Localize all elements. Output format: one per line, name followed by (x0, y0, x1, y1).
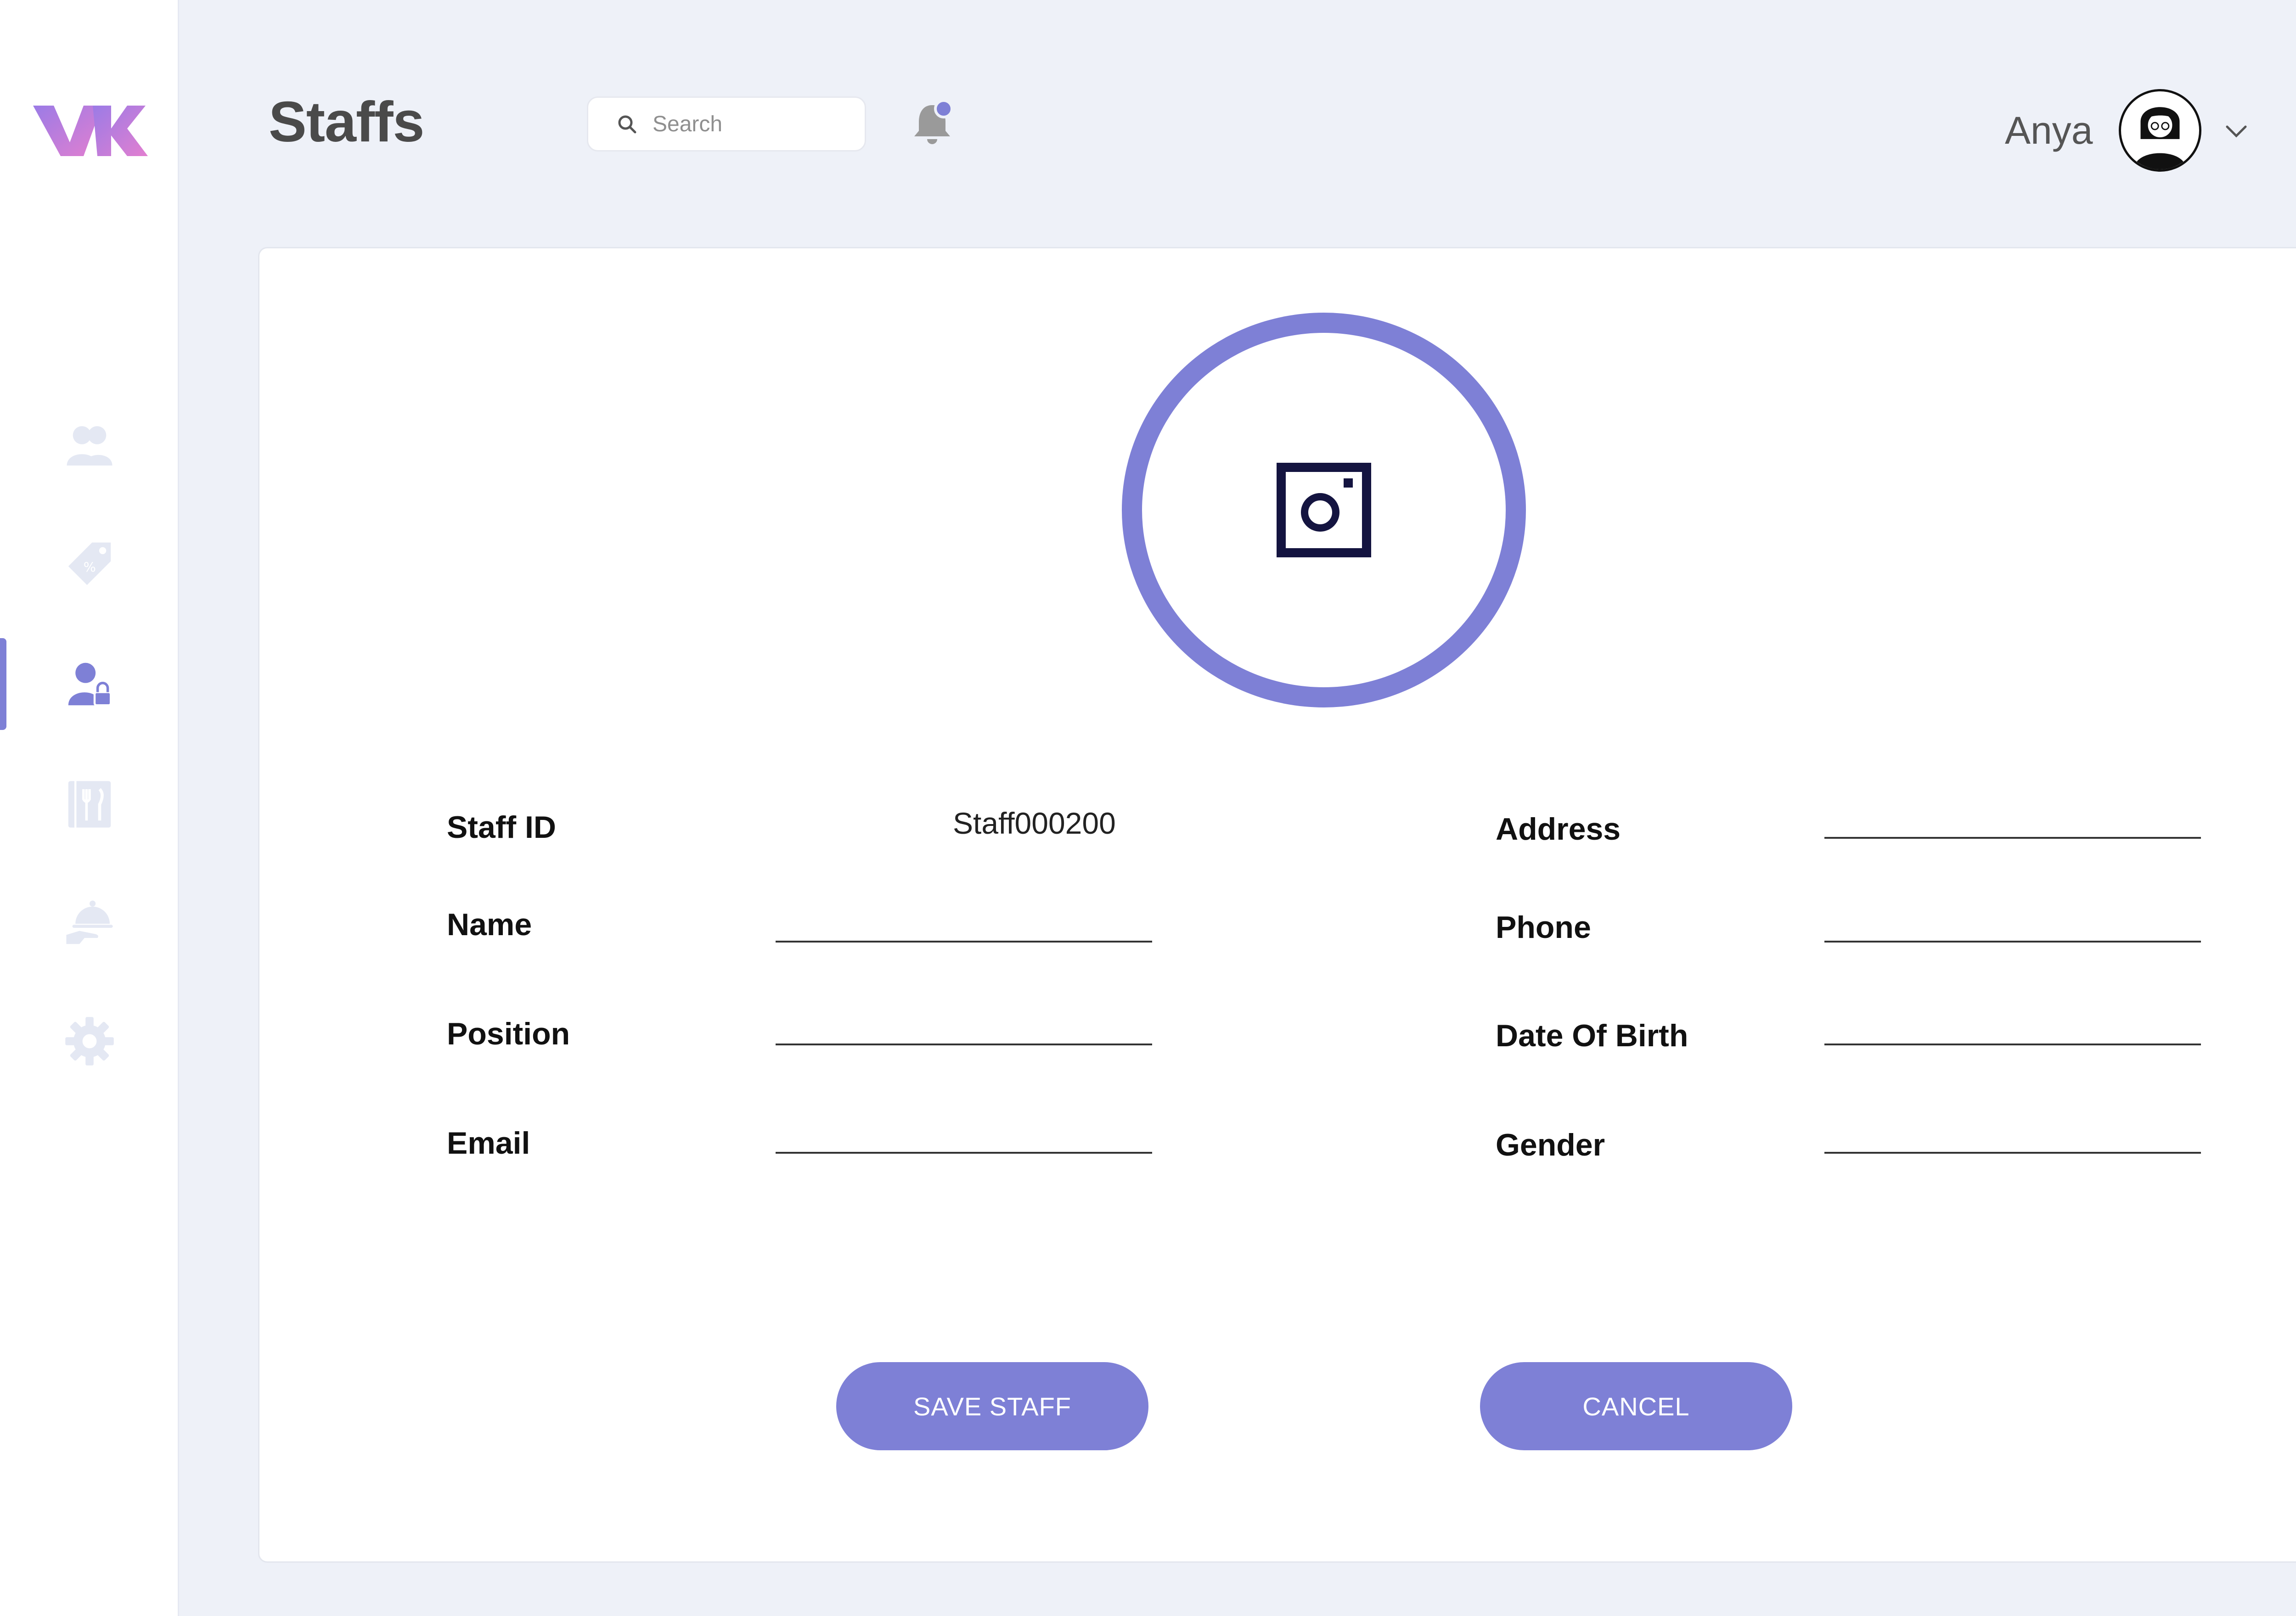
staff-id-value: Staff000200 (953, 806, 1116, 840)
sidebar: % (0, 0, 179, 1616)
phone-field[interactable] (1824, 941, 2201, 943)
menu-utensils-icon (68, 781, 111, 828)
user-name[interactable]: Anya (2005, 108, 2093, 153)
label-gender: Gender (1496, 1128, 1605, 1162)
label-address: Address (1496, 812, 1621, 847)
sidebar-item-menu[interactable] (0, 758, 179, 850)
address-field[interactable] (1824, 837, 2201, 839)
sidebar-item-settings[interactable] (0, 995, 179, 1087)
price-tag-icon: % (68, 542, 111, 585)
name-field[interactable] (776, 941, 1152, 943)
label-position: Position (447, 1016, 570, 1051)
staff-lock-icon (68, 662, 112, 707)
email-field[interactable] (776, 1152, 1152, 1154)
sidebar-item-customers[interactable] (0, 399, 179, 491)
photo-upload[interactable] (1122, 313, 1526, 707)
sidebar-item-staffs[interactable] (0, 638, 179, 730)
label-phone: Phone (1496, 910, 1591, 945)
gear-icon (65, 1017, 114, 1066)
camera-icon (1277, 463, 1371, 557)
cancel-button[interactable]: CANCEL (1480, 1362, 1792, 1450)
label-date-of-birth: Date Of Birth (1496, 1018, 1688, 1053)
user-avatar-icon (2134, 107, 2186, 169)
users-icon (67, 426, 113, 466)
gender-field[interactable] (1824, 1152, 2201, 1154)
sidebar-item-offers[interactable]: % (0, 518, 179, 610)
label-name: Name (447, 907, 532, 942)
vk-logo-icon[interactable] (33, 92, 148, 165)
chevron-down-icon[interactable] (2223, 120, 2250, 143)
notification-bell-icon[interactable] (907, 99, 957, 149)
notification-badge (934, 99, 953, 118)
position-field[interactable] (776, 1044, 1152, 1045)
label-staff-id: Staff ID (447, 810, 556, 845)
page-title: Staffs (269, 90, 425, 154)
date-of-birth-field[interactable] (1824, 1044, 2201, 1045)
search-input[interactable] (652, 111, 846, 137)
sidebar-item-orders[interactable] (0, 877, 179, 969)
avatar[interactable] (2119, 89, 2201, 172)
staff-form-card: Staff ID Staff000200 Name Position Email… (258, 247, 2296, 1563)
label-email: Email (447, 1126, 530, 1161)
search-icon (618, 115, 636, 134)
svg-text:%: % (84, 560, 96, 575)
save-staff-button[interactable]: SAVE STAFF (836, 1362, 1148, 1450)
search-box[interactable] (587, 96, 866, 152)
serving-cloche-icon (66, 900, 113, 944)
